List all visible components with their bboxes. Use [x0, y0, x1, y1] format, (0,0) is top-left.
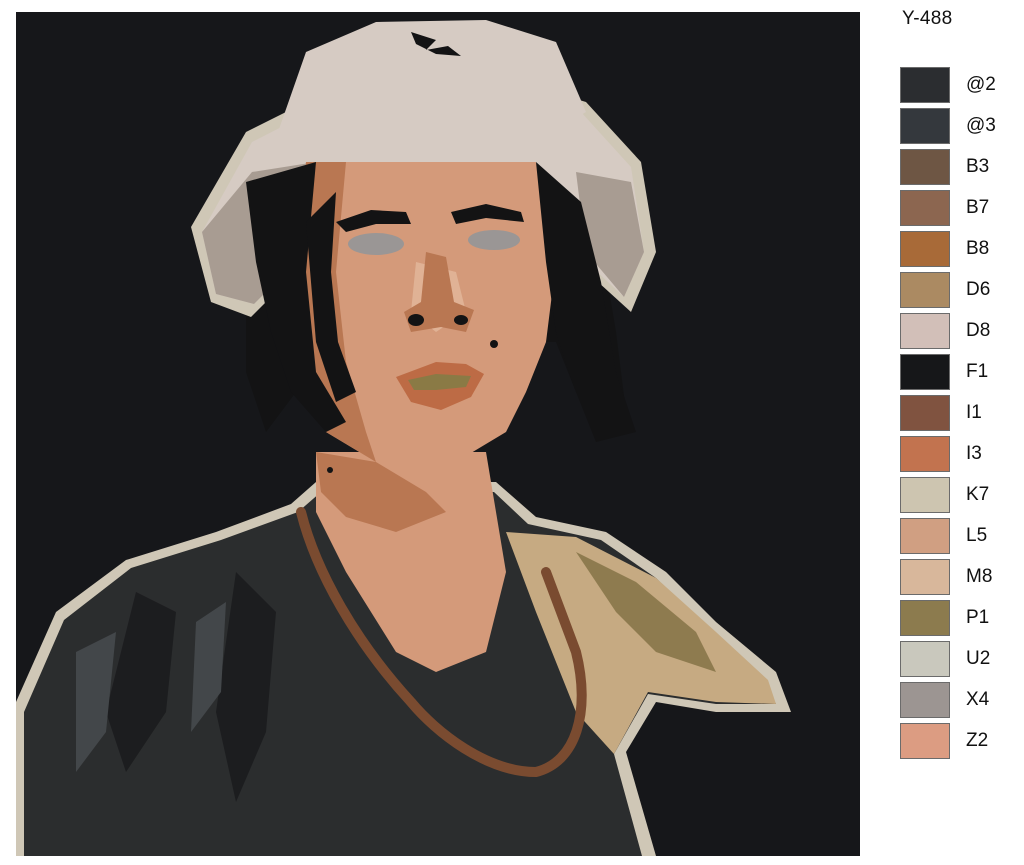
palette-row: @3	[900, 107, 996, 145]
color-swatch	[900, 518, 950, 554]
color-code-label: @2	[966, 74, 996, 95]
palette-row: P1	[900, 599, 996, 637]
palette-row: I1	[900, 394, 996, 432]
color-code-label: B7	[966, 197, 990, 218]
palette-row: F1	[900, 353, 996, 391]
color-code-label: D6	[966, 279, 991, 300]
color-swatch	[900, 600, 950, 636]
color-swatch	[900, 354, 950, 390]
color-palette: @2 @3 B3 B7 B8 D6 D8 F1 I1 I3 K7 L5 M8 P1 U2 X4 Z2	[900, 66, 996, 760]
palette-row: @2	[900, 66, 996, 104]
color-swatch	[900, 641, 950, 677]
palette-row: B7	[900, 189, 996, 227]
palette-row: B8	[900, 230, 996, 268]
palette-row: I3	[900, 435, 996, 473]
portrait-artwork	[16, 12, 860, 856]
palette-row: D6	[900, 271, 996, 309]
color-swatch	[900, 723, 950, 759]
color-code-label: X4	[966, 689, 990, 710]
color-swatch	[900, 231, 950, 267]
color-code-label: D8	[966, 320, 991, 341]
color-swatch	[900, 272, 950, 308]
nostril	[454, 315, 468, 325]
color-swatch	[900, 313, 950, 349]
color-code-label: I1	[966, 402, 982, 423]
palette-row: B3	[900, 148, 996, 186]
palette-row: X4	[900, 681, 996, 719]
color-code-label: U2	[966, 648, 991, 669]
mole	[327, 467, 333, 473]
color-swatch	[900, 436, 950, 472]
color-code-label: @3	[966, 115, 996, 136]
color-code-label: B3	[966, 156, 990, 177]
color-code-label: I3	[966, 443, 982, 464]
color-swatch	[900, 108, 950, 144]
palette-row: K7	[900, 476, 996, 514]
color-code-label: Z2	[966, 730, 989, 751]
color-code-label: B8	[966, 238, 990, 259]
palette-row: L5	[900, 517, 996, 555]
color-swatch	[900, 149, 950, 185]
color-code-label: M8	[966, 566, 993, 587]
palette-row: M8	[900, 558, 996, 596]
eye	[348, 233, 404, 255]
portrait-svg	[16, 12, 860, 856]
color-swatch	[900, 559, 950, 595]
color-swatch	[900, 395, 950, 431]
color-code-label: F1	[966, 361, 989, 382]
color-code-label: K7	[966, 484, 990, 505]
product-code: Y-488	[902, 8, 953, 29]
eye	[468, 230, 520, 250]
palette-row: D8	[900, 312, 996, 350]
color-swatch	[900, 190, 950, 226]
color-code-label: L5	[966, 525, 988, 546]
mole	[490, 340, 498, 348]
palette-row: Z2	[900, 722, 996, 760]
color-swatch	[900, 477, 950, 513]
color-code-label: P1	[966, 607, 990, 628]
palette-row: U2	[900, 640, 996, 678]
nostril	[408, 314, 424, 326]
color-swatch	[900, 682, 950, 718]
color-swatch	[900, 67, 950, 103]
